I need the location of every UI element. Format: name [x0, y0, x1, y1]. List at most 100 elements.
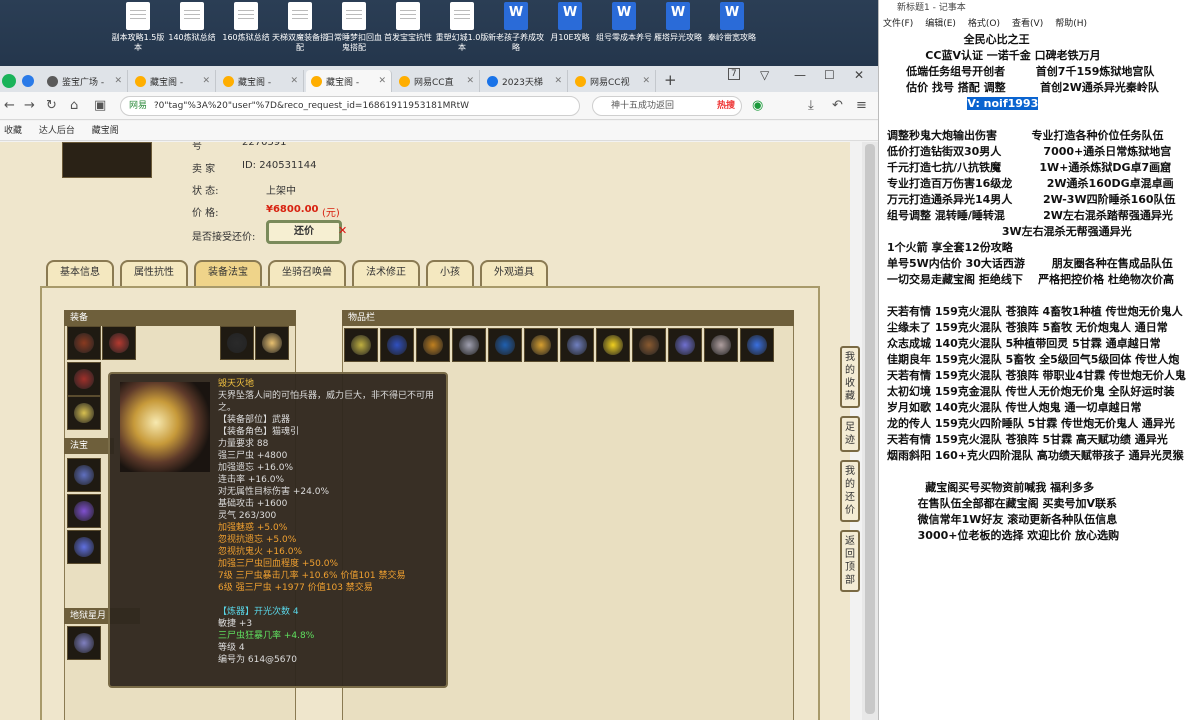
- item-slot[interactable]: [668, 328, 702, 362]
- refresh-icon[interactable]: ↻: [46, 98, 57, 113]
- browser-tab[interactable]: 藏宝阁 - ✕: [218, 70, 304, 92]
- undo-icon[interactable]: ↶: [832, 98, 843, 113]
- notepad-menu-item[interactable]: 编辑(E): [925, 19, 956, 29]
- shirt-icon[interactable]: ▽: [760, 68, 769, 82]
- maximize-button[interactable]: ☐: [824, 68, 835, 82]
- game-tab[interactable]: 小孩: [426, 260, 474, 286]
- notepad-text[interactable]: 全民心比之王 CC蓝V认证 一诺千金 口碑老铁万月 低端任务组号开创者 首创7千…: [887, 32, 1203, 544]
- hot-search-label[interactable]: 热搜: [717, 97, 735, 115]
- item-slot[interactable]: [67, 494, 101, 528]
- bookmark-cbg[interactable]: 藏宝阁: [92, 126, 119, 136]
- tooltip-refine-line: 敏捷 +3: [218, 619, 253, 629]
- desktop-icon[interactable]: 首发宝宝抗性: [380, 2, 436, 64]
- item-icon: [711, 335, 731, 355]
- menu-icon[interactable]: ≡: [856, 98, 867, 113]
- item-slot[interactable]: [102, 326, 136, 360]
- item-slot[interactable]: [488, 328, 522, 362]
- desktop-icon[interactable]: 重塑幻城1.0版本: [434, 2, 490, 64]
- tooltip-attr-line: 基础攻击 +1600: [218, 499, 288, 509]
- desktop-icon[interactable]: 天梯双魔装备搭配: [272, 2, 328, 64]
- bookmark-favorites[interactable]: 收藏: [4, 126, 22, 136]
- desktop-icon[interactable]: 副本攻略1.5版本: [110, 2, 166, 64]
- notepad-menu-item[interactable]: 帮助(H): [1055, 19, 1087, 29]
- desktop-icon[interactable]: W 月10E攻略: [542, 2, 598, 64]
- desktop-icon[interactable]: W 新老孩子养成攻略: [488, 2, 544, 64]
- tab-close-icon[interactable]: ✕: [554, 76, 562, 86]
- game-tab[interactable]: 基本信息: [46, 260, 114, 286]
- price-label: 价 格:: [192, 208, 219, 219]
- bargain-button[interactable]: 还价: [266, 220, 342, 244]
- item-slot[interactable]: [67, 326, 101, 360]
- item-slot[interactable]: [740, 328, 774, 362]
- download-icon[interactable]: ⤓: [808, 98, 814, 113]
- side-button[interactable]: 足迹: [840, 416, 860, 452]
- item-slot[interactable]: [67, 626, 101, 660]
- back-icon[interactable]: ←: [4, 98, 15, 113]
- item-slot[interactable]: [67, 396, 101, 430]
- browser-logo-icon[interactable]: [2, 74, 16, 88]
- item-slot[interactable]: [255, 326, 289, 360]
- game-tab[interactable]: 外观道具: [480, 260, 548, 286]
- item-slot[interactable]: [220, 326, 254, 360]
- url-input[interactable]: 网易 ?0"tag"%3A%20"user"%7D&reco_request_i…: [120, 96, 580, 116]
- tab-favicon: [223, 75, 234, 87]
- browser-tab[interactable]: 藏宝阁 - ✕: [306, 70, 392, 92]
- game-tab[interactable]: 属性抗性: [120, 260, 188, 286]
- desktop-icon[interactable]: 160炼狱总结: [218, 2, 274, 64]
- tooltip-attr-line: 7级 三尸虫暴击几率 +10.6% 价值101 禁交易: [218, 571, 406, 581]
- tab-count-badge[interactable]: 7: [728, 68, 740, 80]
- item-slot[interactable]: [560, 328, 594, 362]
- bookmark-talent[interactable]: 达人后台: [39, 126, 75, 136]
- browser-tab[interactable]: 藏宝阁 - ✕: [130, 70, 216, 92]
- item-slot[interactable]: [524, 328, 558, 362]
- desktop-icon[interactable]: W 雁塔异光攻略: [650, 2, 706, 64]
- item-slot[interactable]: [67, 362, 101, 396]
- tab-close-icon[interactable]: ✕: [202, 76, 210, 86]
- browser-tab[interactable]: 网易CC直 ✕: [394, 70, 480, 92]
- item-slot[interactable]: [596, 328, 630, 362]
- notepad-menu-item[interactable]: 查看(V): [1012, 19, 1043, 29]
- game-tab[interactable]: 装备法宝: [194, 260, 262, 286]
- side-button[interactable]: 我的收藏: [840, 346, 860, 408]
- extension-icon[interactable]: ◉: [752, 98, 763, 113]
- tooltip-attr-line: 忽视抗鬼火 +16.0%: [218, 547, 302, 557]
- notepad-menu-item[interactable]: 文件(F): [883, 19, 913, 29]
- desktop-icon[interactable]: 140炼狱总结: [164, 2, 220, 64]
- home-icon[interactable]: ⌂: [70, 98, 78, 113]
- page-scrollbar[interactable]: [862, 142, 878, 720]
- tooltip-attr-line: 忽视抗遗忘 +5.0%: [218, 535, 297, 545]
- search-input[interactable]: 神十五成功返回 热搜: [592, 96, 742, 116]
- side-button[interactable]: 返回顶部: [840, 530, 860, 592]
- tab-close-icon[interactable]: ✕: [642, 76, 650, 86]
- close-window-button[interactable]: ✕: [854, 68, 864, 82]
- tab-close-icon[interactable]: ✕: [466, 76, 474, 86]
- item-slot[interactable]: [416, 328, 450, 362]
- game-tab[interactable]: 法术修正: [352, 260, 420, 286]
- desktop-icon[interactable]: W 组号零成本养号: [596, 2, 652, 64]
- wallet-icon[interactable]: ▣: [94, 98, 106, 113]
- forward-icon[interactable]: →: [24, 98, 35, 113]
- browser-tab[interactable]: 鉴宝广场 - ✕: [42, 70, 128, 92]
- notepad-title: 新标题1 - 记事本: [879, 0, 1204, 16]
- side-button[interactable]: 我的还价: [840, 460, 860, 522]
- close-icon[interactable]: ✕: [338, 224, 347, 237]
- item-slot[interactable]: [452, 328, 486, 362]
- item-slot[interactable]: [704, 328, 738, 362]
- notepad-menu-item[interactable]: 格式(O): [968, 19, 1000, 29]
- browser-tab[interactable]: 2023天梯 ✕: [482, 70, 568, 92]
- minimize-button[interactable]: —: [794, 68, 806, 82]
- game-tab[interactable]: 坐骑召唤兽: [268, 260, 346, 286]
- tab-close-icon[interactable]: ✕: [114, 76, 122, 86]
- item-slot[interactable]: [344, 328, 378, 362]
- browser-tab[interactable]: 网易CC视 ✕: [570, 70, 656, 92]
- browser-shield-icon[interactable]: [22, 75, 34, 87]
- desktop-icon[interactable]: W 秦岭凿宽攻略: [704, 2, 760, 64]
- item-slot[interactable]: [632, 328, 666, 362]
- item-slot[interactable]: [67, 530, 101, 564]
- new-tab-button[interactable]: +: [664, 71, 677, 89]
- item-slot[interactable]: [380, 328, 414, 362]
- tab-close-icon[interactable]: ✕: [290, 76, 298, 86]
- desktop-icon[interactable]: 日常睡梦扣回血鬼搭配: [326, 2, 382, 64]
- tab-close-icon[interactable]: ✕: [378, 76, 386, 86]
- item-slot[interactable]: [67, 458, 101, 492]
